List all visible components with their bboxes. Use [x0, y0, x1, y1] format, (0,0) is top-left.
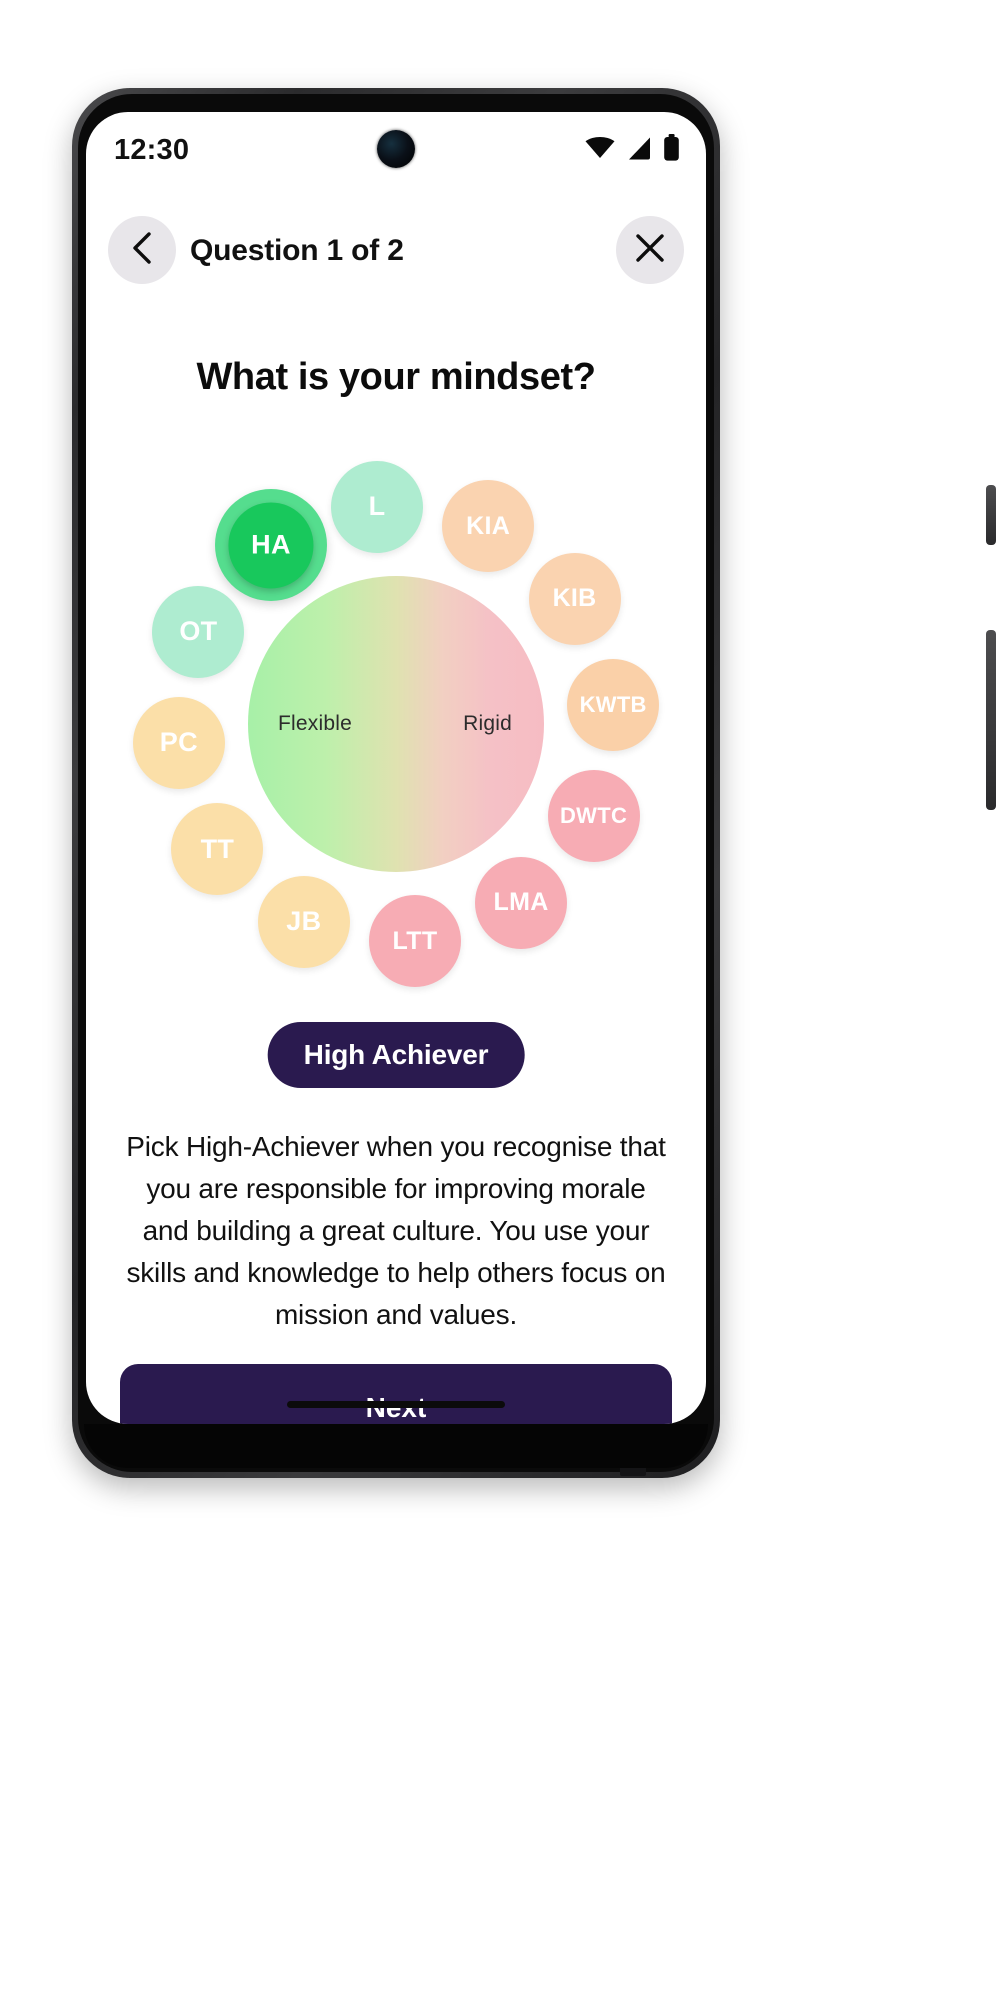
screen-header: Question 1 of 2: [86, 216, 706, 302]
wheel-bubble-ot[interactable]: OT: [152, 585, 245, 678]
next-button[interactable]: Next: [120, 1364, 672, 1424]
wheel-bubble-label: TT: [200, 833, 235, 864]
battery-icon: [663, 134, 680, 166]
wheel-bubble-lma[interactable]: LMA: [475, 856, 568, 949]
axis-label-flexible: Flexible: [278, 712, 352, 735]
wheel-bubble-kib[interactable]: KIB: [528, 552, 621, 645]
front-camera-punch-hole: [377, 130, 415, 168]
chevron-left-icon: [129, 231, 155, 270]
header-title: Question 1 of 2: [190, 234, 404, 267]
phone-screen: 12:30 Question 1 of 2 What is your minds…: [86, 112, 706, 1424]
status-bar: 12:30: [86, 112, 706, 190]
wheel-bubble-label: OT: [179, 616, 218, 647]
wheel-bubble-dwtc[interactable]: DWTC: [547, 770, 640, 863]
wheel-bubble-label: LTT: [392, 926, 438, 955]
mindset-wheel: Flexible Rigid HA L KIA KIB KWTB DWTC LMA LTT JB…: [110, 438, 682, 1010]
page-title: What is your mindset?: [196, 356, 596, 398]
option-description: Pick High-Achiever when you recognise th…: [126, 1131, 666, 1330]
wheel-bubble-label: KIA: [466, 511, 511, 540]
close-x-icon: [633, 231, 667, 270]
wheel-bubble-tt[interactable]: TT: [171, 803, 264, 896]
wheel-bubble-kwtb[interactable]: KWTB: [567, 659, 660, 751]
gesture-home-indicator[interactable]: [287, 1401, 505, 1408]
wheel-bubble-ltt[interactable]: LTT: [368, 895, 461, 988]
wheel-center-gradient: Flexible Rigid: [248, 576, 544, 872]
wheel-bubble-kia[interactable]: KIA: [442, 480, 535, 573]
phone-volume-button[interactable]: [986, 630, 996, 810]
wheel-bubble-label: LMA: [493, 888, 549, 917]
wheel-bubble-label: PC: [159, 727, 198, 758]
selected-option-pill[interactable]: High Achiever: [267, 1022, 525, 1088]
screenshot-root: 12:30 Question 1 of 2 What is your minds…: [0, 0, 1000, 2000]
phone-bottom-chin: [84, 1424, 708, 1468]
close-button[interactable]: [616, 216, 684, 284]
wheel-bubble-jb[interactable]: JB: [257, 875, 350, 968]
wheel-bubble-l[interactable]: L: [331, 460, 423, 553]
phone-power-button[interactable]: [986, 485, 996, 545]
status-clock: 12:30: [114, 134, 190, 166]
wheel-bubble-ha[interactable]: HA: [214, 489, 327, 602]
axis-label-rigid: Rigid: [463, 712, 512, 735]
status-icon-group: [585, 134, 680, 166]
back-button[interactable]: [108, 216, 176, 284]
wheel-bubble-label: JB: [286, 906, 322, 937]
wheel-bubble-label: KIB: [552, 584, 597, 613]
wheel-bubble-selected-core: HA: [228, 502, 314, 588]
wheel-bubble-label: HA: [251, 529, 291, 560]
wifi-icon: [585, 136, 615, 164]
wheel-bubble-label: KWTB: [579, 692, 647, 717]
wheel-bubble-label: L: [368, 491, 386, 522]
wheel-bubble-pc[interactable]: PC: [132, 696, 225, 789]
cellular-signal-icon: [626, 136, 652, 165]
wheel-bubble-label: DWTC: [559, 803, 628, 829]
